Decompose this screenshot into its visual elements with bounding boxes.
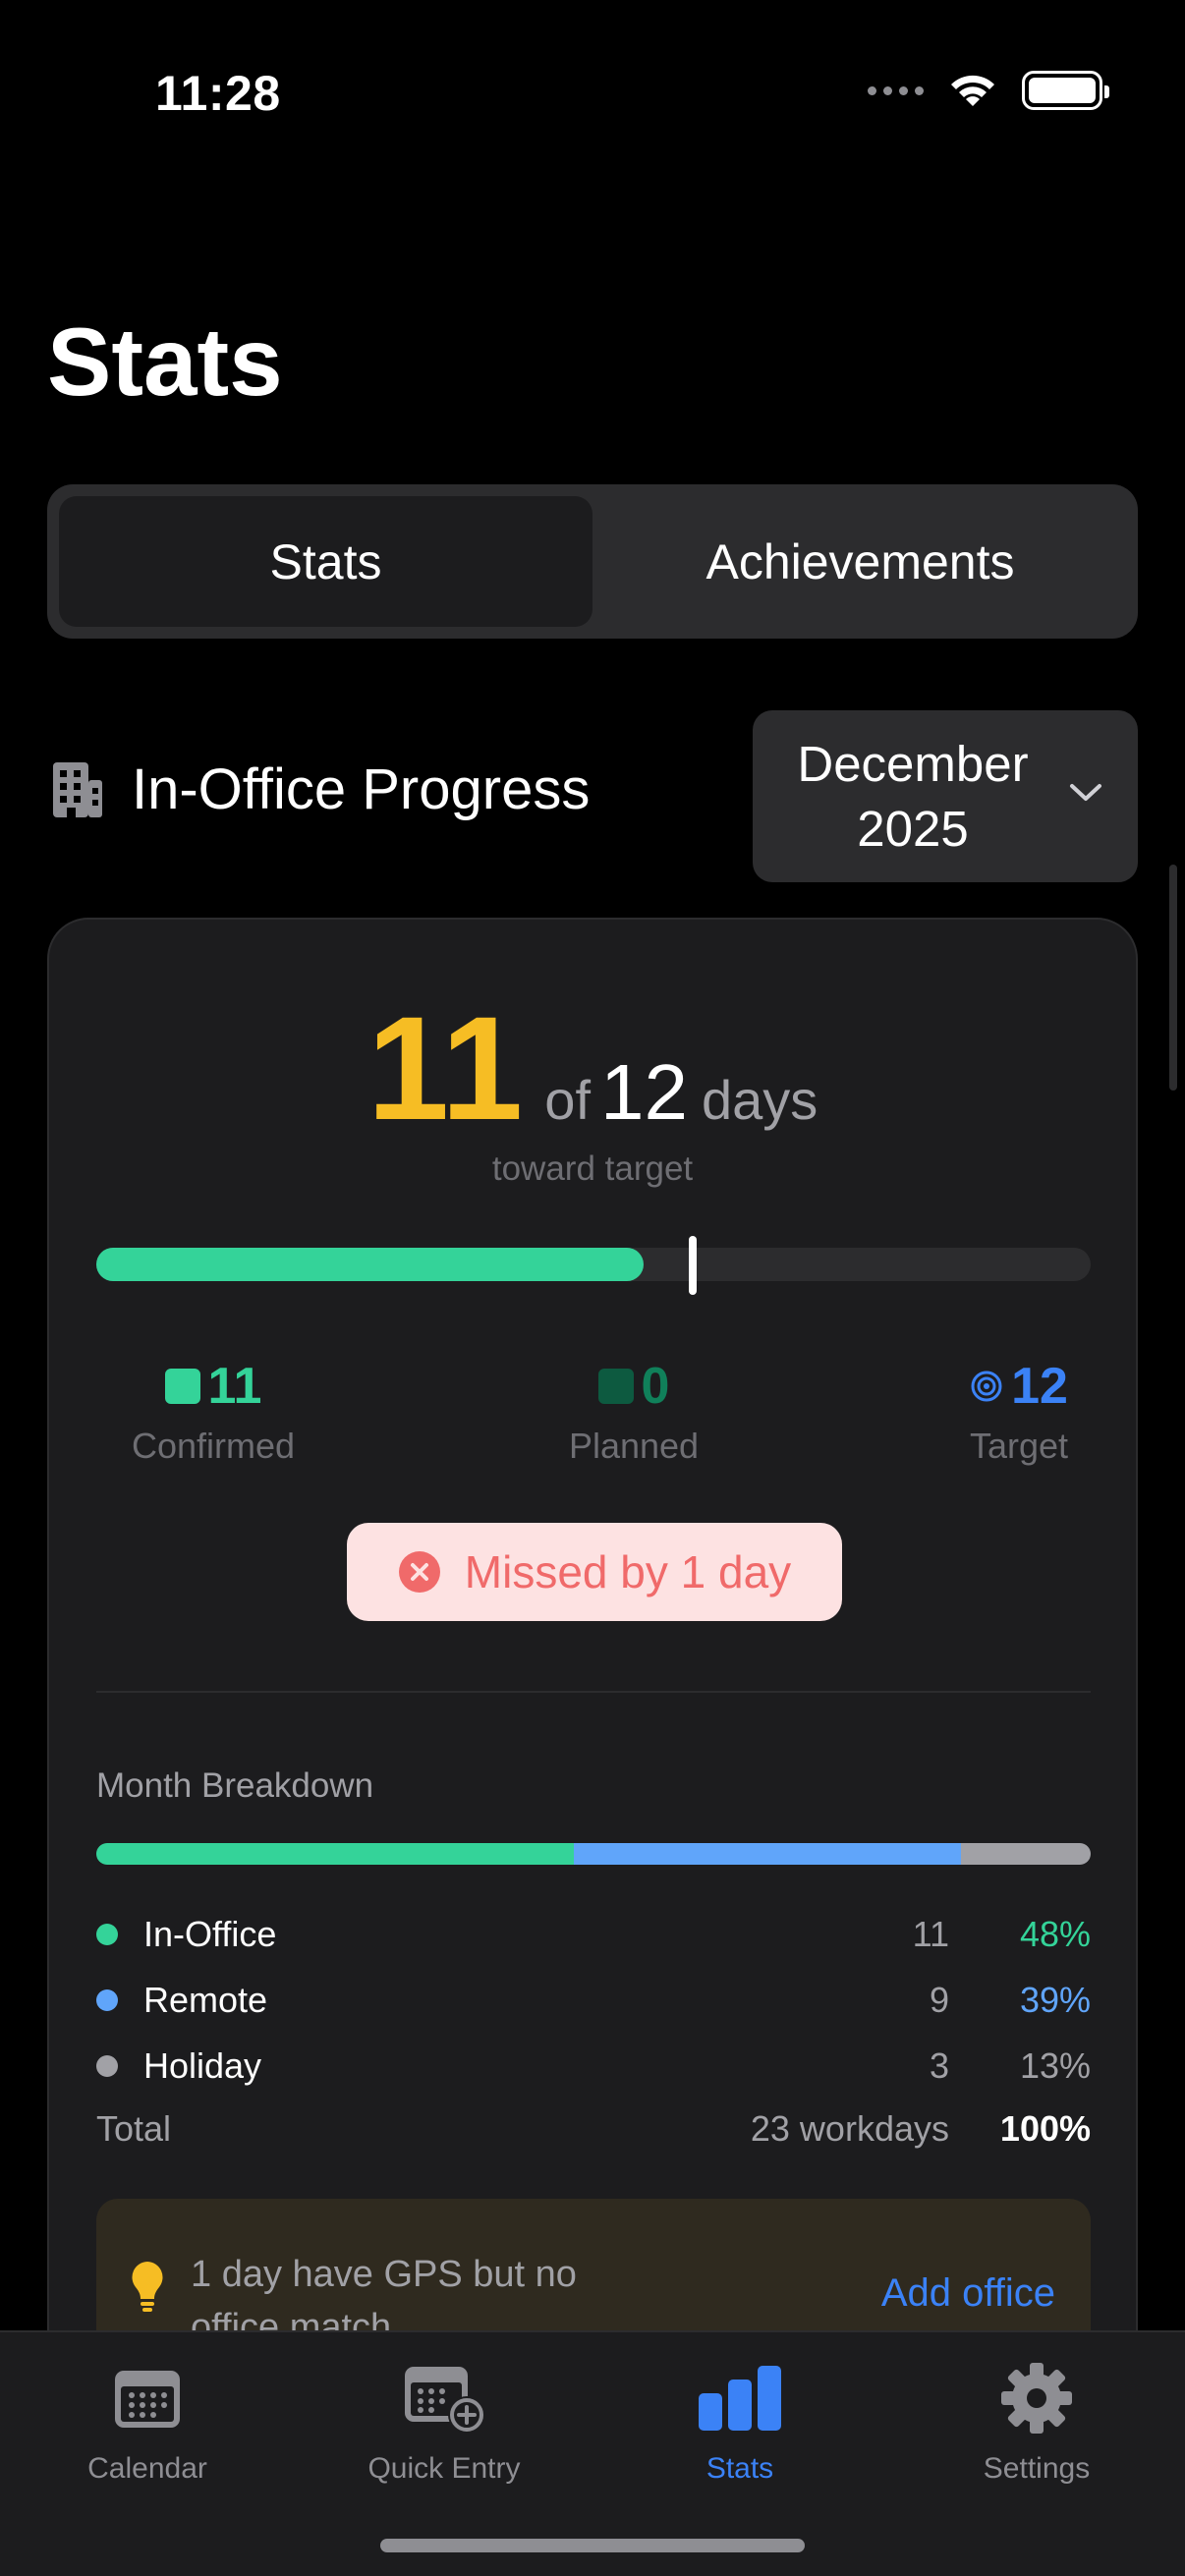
tab-quick-entry-label: Quick Entry <box>367 2452 521 2485</box>
tab-quick-entry[interactable]: Quick Entry <box>326 2354 562 2486</box>
breakdown-name: In-Office <box>143 1914 277 1954</box>
status-badge-text: Missed by 1 day <box>464 1546 792 1597</box>
divider <box>96 1691 1091 1693</box>
progress-unit: days <box>701 1069 818 1131</box>
calendar-add-icon <box>405 2367 485 2434</box>
progress-subtitle: toward target <box>491 1149 694 1188</box>
metric-confirmed-value: 11 <box>207 1358 262 1415</box>
breakdown-row-remote: Remote 9 39% <box>96 1976 1091 2025</box>
breakdown-bar-remote <box>573 1843 962 1865</box>
breakdown-name: Remote <box>143 1980 268 2020</box>
breakdown-count: 11 <box>912 1914 949 1954</box>
tab-stats[interactable]: Stats <box>622 2354 858 2486</box>
section-header: In-Office Progress <box>49 756 590 822</box>
planned-swatch-icon <box>597 1369 634 1404</box>
month-picker[interactable]: December 2025 <box>753 710 1138 882</box>
breakdown-bar-holiday <box>961 1843 1091 1865</box>
breakdown-percent: 13% <box>1019 2045 1091 2086</box>
progress-bar <box>96 1248 1091 1281</box>
metric-planned: 0 Planned <box>560 1357 707 1467</box>
total-workdays: 23 workdays <box>750 2108 949 2149</box>
progress-card: 11 of 12 days toward target 11 Confirmed 0 … <box>47 918 1138 2391</box>
add-office-button[interactable]: Add office <box>881 2271 1055 2316</box>
wifi-icon <box>951 75 994 106</box>
holiday-dot-icon <box>96 2055 118 2077</box>
status-badge: Missed by 1 day <box>347 1523 842 1621</box>
metric-target: 12 Target <box>945 1357 1093 1467</box>
page-title: Stats <box>47 308 283 416</box>
breakdown-percent: 48% <box>1019 1914 1091 1954</box>
breakdown-bar <box>96 1843 1091 1865</box>
breakdown-bar-in-office <box>96 1843 574 1865</box>
close-circle-icon <box>398 1551 440 1593</box>
signal-icon <box>868 85 924 95</box>
target-icon <box>971 1371 1002 1402</box>
total-percent: 100% <box>999 2108 1091 2149</box>
target-marker <box>689 1236 698 1295</box>
progress-headline: 11 of 12 days <box>49 983 1136 1153</box>
status-time: 11:28 <box>155 66 281 121</box>
progress-of: of <box>544 1069 591 1131</box>
segment-stats[interactable]: Stats <box>59 496 592 627</box>
breakdown-count: 9 <box>929 1980 949 2020</box>
metric-planned-label: Planned <box>568 1426 700 1466</box>
metric-confirmed-label: Confirmed <box>131 1426 296 1466</box>
confirmed-swatch-icon <box>164 1369 200 1404</box>
gear-icon <box>1001 2363 1072 2434</box>
breakdown-row-holiday: Holiday 3 13% <box>96 2042 1091 2091</box>
tab-calendar[interactable]: Calendar <box>29 2354 265 2486</box>
progress-count: 11 <box>367 985 524 1150</box>
progress-target: 12 <box>600 1048 688 1136</box>
tab-calendar-label: Calendar <box>87 2452 207 2485</box>
breakdown-row-in-office: In-Office 11 48% <box>96 1910 1091 1959</box>
breakdown-count: 3 <box>929 2045 949 2086</box>
calendar-icon <box>115 2371 180 2428</box>
breakdown-name: Holiday <box>143 2045 262 2086</box>
tab-settings-label: Settings <box>983 2452 1091 2485</box>
metric-target-value: 12 <box>1011 1358 1068 1415</box>
breakdown-percent: 39% <box>1019 1980 1091 2020</box>
tab-settings[interactable]: Settings <box>919 2354 1155 2486</box>
segmented-control: Stats Achievements <box>47 484 1138 639</box>
month-label: December <box>797 735 1029 792</box>
in-office-dot-icon <box>96 1924 118 1945</box>
status-indicators <box>868 71 1109 110</box>
home-indicator <box>380 2539 805 2552</box>
breakdown-title: Month Breakdown <box>96 1766 374 1805</box>
tab-stats-label: Stats <box>705 2452 774 2485</box>
building-icon <box>53 761 102 817</box>
scroll-indicator[interactable] <box>1169 865 1177 1091</box>
section-title: In-Office Progress <box>132 757 591 821</box>
segment-achievements[interactable]: Achievements <box>592 496 1128 627</box>
year-label: 2025 <box>857 800 969 857</box>
progress-bar-fill <box>96 1248 644 1281</box>
bar-chart-icon <box>699 2366 781 2431</box>
battery-icon <box>1022 71 1109 110</box>
metric-planned-value: 0 <box>641 1358 670 1415</box>
lightbulb-icon <box>132 2262 163 2312</box>
metric-confirmed: 11 Confirmed <box>120 1357 307 1467</box>
remote-dot-icon <box>96 1989 118 2011</box>
total-label: Total <box>96 2108 172 2149</box>
chevron-down-icon <box>1070 784 1101 801</box>
metric-target-label: Target <box>969 1426 1069 1466</box>
